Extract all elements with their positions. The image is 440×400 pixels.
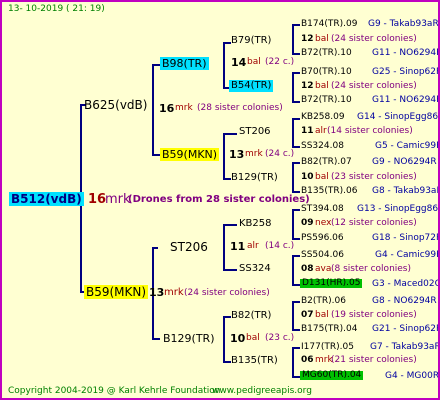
header-date: 13- 10-2019 ( 21: 19) [8,4,105,14]
g2-d-abbr: bal [246,333,260,343]
g3-a1-abbr-row: bal [315,34,329,44]
g4-code: G21 - Sinop62R [372,324,440,334]
g3-a2-name[interactable]: B54(TR) [229,80,274,92]
g3-d1-note: (19 sister colonies) [331,310,417,320]
g2-d-note: (23 c.) [265,333,295,343]
g3-c2-note: (8 sister colonies) [331,264,412,274]
g3-d2-name[interactable]: B135(TR) [231,356,278,366]
g2-c-name[interactable]: ST206 [170,241,208,253]
g1-lower-count: 13 [149,286,165,299]
g4-code: G18 - Sinop72R [372,233,440,243]
g3-b2-note: (23 sister colonies) [331,172,417,182]
g2-b-abbr: mrk [245,149,263,159]
g4-code: G14 - SinopEgg86R [357,112,440,122]
g4-name[interactable]: B72(TR).10 [301,49,352,58]
g3-d2-count: 06 [301,355,314,365]
g1-upper-name[interactable]: B625(vdB) [84,99,147,111]
g3-b1-name[interactable]: ST206 [239,127,271,137]
g1-lower-abbr: mrk [164,287,184,298]
g3-a1-note: (22 c.) [265,57,295,67]
g3-b2-count: 10 [301,172,314,182]
pedigree-chart: 13- 10-2019 ( 21: 19) B512(vdB) 16 mrk (… [0,0,440,400]
drone-note: (Drones from 28 sister colonies) [128,194,310,205]
g4-code: G9 - Takab93aR [368,19,439,29]
g3-a1-name[interactable]: B79(TR) [231,36,271,46]
g4-code: G4 - MG00R [385,371,440,381]
g3-a1-abbr: bal [247,57,261,67]
g4-name[interactable]: B174(TR).09 [301,20,357,29]
g4-code: G5 - Camic99R [375,141,440,151]
g3-c2-abbr: ava [315,264,332,274]
g3-a1-count-row: 12 [301,34,314,44]
g3-a1-count: 14 [231,56,247,69]
g1-lower-name[interactable]: B59(MKN) [84,285,149,299]
g4-name[interactable]: I177(TR).05 [301,343,354,352]
g3-b2-name[interactable]: B129(TR) [231,173,278,183]
g3-d2-note: (21 sister colonies) [331,355,417,365]
g4-name[interactable]: B135(TR).06 [301,187,357,196]
g4-code: G11 - NO6294R [372,95,440,105]
g4-name[interactable]: B2(TR).06 [301,297,346,306]
g3-a2-note: (24 sister colonies) [331,81,417,91]
g3-a2-count: 12 [301,81,314,91]
drone-count: 16 [88,192,107,207]
g3-a2-abbr: bal [315,81,329,91]
g2-c-count: 11 [230,240,246,253]
g4-name[interactable]: B72(TR).10 [301,96,352,105]
footer-site-link[interactable]: www.pedigreeapis.org [212,387,312,396]
g1-lower-note: (24 sister colonies) [184,288,270,298]
g2-a-count: 16 [159,102,175,115]
g3-c1-name[interactable]: KB258 [239,219,272,229]
g2-c-note: (14 c.) [265,241,295,251]
g4-name[interactable]: KB258.09 [301,113,345,122]
g3-a1-note-row: (24 sister colonies) [331,34,417,44]
g3-b1-count: 11 [301,126,314,136]
g3-c1-count: 09 [301,218,314,228]
root-queen[interactable]: B512(vdB) [9,192,84,206]
g3-c2-count: 08 [301,264,314,274]
g4-code: G25 - Sinop62R [372,67,440,77]
g3-b1-note: (14 sister colonies) [327,126,413,136]
g3-d1-abbr: bal [315,310,329,320]
footer-copyright: Copyright 2004-2019 @ Karl Kehrle Founda… [8,386,221,396]
g4-name[interactable]: SS324.08 [301,142,344,151]
g2-b-note: (24 c.) [265,149,295,159]
g4-code: G3 - Maced02Q [372,279,440,289]
g2-b-count: 13 [229,148,245,161]
g2-a-note: (28 sister colonies) [197,103,283,113]
g4-name[interactable]: B82(TR).07 [301,158,352,167]
connector-g2-upper [152,64,154,155]
drone-abbr: mrk [105,192,131,207]
g2-a-name[interactable]: B98(TR) [160,57,209,70]
g2-b-name[interactable]: B59(MKN) [160,148,220,161]
g3-d1-name[interactable]: B82(TR) [231,311,271,321]
g2-d-count: 10 [230,332,246,345]
g2-c-abbr: alr [247,241,259,251]
g3-d1-count: 07 [301,310,314,320]
g4-name[interactable]: SS504.06 [301,251,344,260]
g4-name[interactable]: B175(TR).04 [301,325,357,334]
g4-code: G13 - SinopEgg86R [357,204,440,214]
g4-code: G8 - NO6294R [372,296,437,306]
g3-c1-abbr: nex [315,218,332,228]
g4-name[interactable]: ST394.08 [301,205,344,214]
g4-name[interactable]: PS596.06 [301,234,344,243]
g4-code: G11 - NO6294R [372,48,440,58]
g4-code: G7 - Takab93aR [370,342,440,352]
g2-a-abbr: mrk [175,103,193,113]
g4-name[interactable]: MG60(TR).04 [300,371,364,380]
g3-c2-name[interactable]: SS324 [239,264,271,274]
g3-c1-note: (12 sister colonies) [331,218,417,228]
g4-name[interactable]: B70(TR).10 [301,68,352,77]
g3-b2-abbr: bal [315,172,329,182]
g4-code: G9 - NO6294R [372,157,437,167]
g2-d-name[interactable]: B129(TR) [163,333,215,344]
g3-b1-abbr: alr [315,126,327,136]
g4-code: G4 - Camic99R [375,250,440,260]
g4-code: G8 - Takab93aR [372,186,440,196]
g4-name[interactable]: D131(HR).05 [300,279,363,288]
